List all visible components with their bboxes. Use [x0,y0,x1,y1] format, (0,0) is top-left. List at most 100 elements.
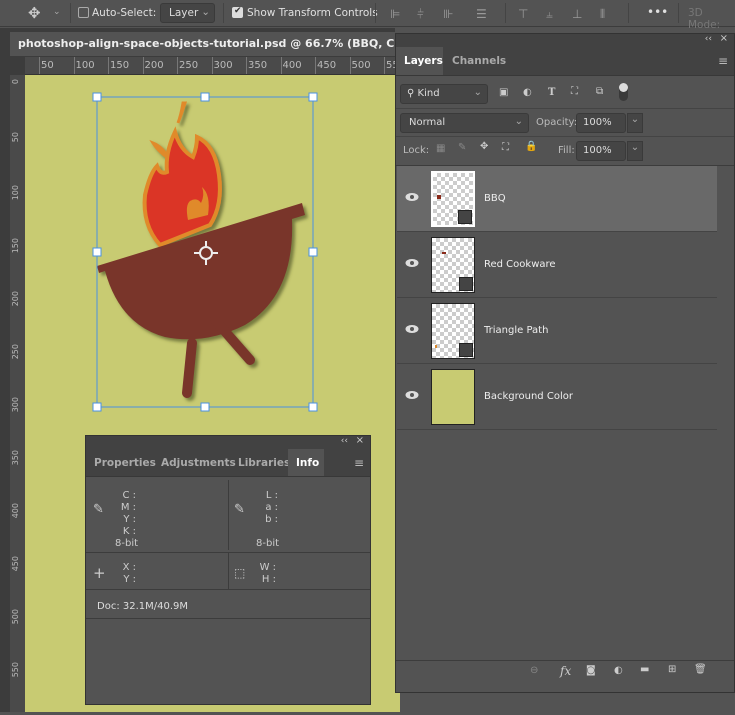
tab-adjustments[interactable]: Adjustments [153,449,236,476]
align-bottom-icon[interactable]: ⊥ [572,7,582,21]
align-hcenter-icon[interactable]: ⫩ [417,7,424,22]
layer-name[interactable]: BBQ [484,193,506,204]
ruler-tick [108,57,109,74]
crosshair-icon[interactable]: + [93,564,106,582]
ruler-label: 300 [11,397,20,413]
visibility-eye-icon[interactable] [405,390,419,400]
distribute-vertical-icon[interactable]: ⫴ [600,7,605,22]
link-layers-icon[interactable]: ⊖ [530,665,538,676]
tab-libraries[interactable]: Libraries [230,449,290,476]
shape-filter-icon[interactable]: ⛶ [571,86,578,97]
new-layer-icon[interactable]: ⊞ [668,664,676,675]
pixel-filter-icon[interactable]: ▣ [499,87,508,98]
lock-image-icon[interactable]: ✎ [458,142,466,153]
ruler-tick [211,57,213,74]
ruler-label: 50 [11,132,20,143]
lock-transparent-icon[interactable]: ▦ [436,143,445,154]
layers-list: BBQ Red Cookware Triangle Path Backgroun… [396,166,734,431]
visibility-eye-icon[interactable] [405,258,419,268]
show-transform-checkbox[interactable] [232,6,243,18]
layer-row-triangle-path[interactable]: Triangle Path [397,298,717,364]
close-panel-button[interactable]: × [356,435,364,446]
visibility-eye-icon[interactable] [405,192,419,202]
visibility-eye-icon[interactable] [405,324,419,334]
new-group-icon[interactable]: ▬ [640,664,649,675]
layer-name[interactable]: Triangle Path [484,325,548,336]
collapse-button[interactable]: ‹‹ [341,436,348,446]
distribute-icon[interactable]: ☰ [476,7,487,21]
adjustment-filter-icon[interactable]: ◐ [523,87,532,98]
fill-input[interactable]: 100% ⌄ [576,141,643,161]
adjustment-layer-icon[interactable]: ◐ [614,665,623,676]
document-tab[interactable]: photoshop-align-space-objects-tutorial.p… [10,32,461,56]
delete-layer-icon[interactable]: 🗑 [694,664,707,675]
layer-row-red-cookware[interactable]: Red Cookware [397,232,717,298]
dropdown-value: Layer [169,7,199,19]
cmyk-bit-depth[interactable]: 8-bit [115,538,138,549]
filter-toggle[interactable] [619,83,628,101]
layer-row-bbq[interactable]: BBQ [397,166,717,232]
opacity-slider-button[interactable]: ⌄ [627,113,643,133]
tab-properties[interactable]: Properties [86,449,156,476]
close-panel-button[interactable]: × [720,33,728,44]
more-options-button[interactable]: ••• [647,5,668,19]
filter-kind-dropdown[interactable]: ⚲ Kind ⌄ [400,84,488,104]
layers-panel: ‹‹ × Layers Channels ≡ ⚲ Kind ⌄ ▣ ◐ T ⛶ ⧉… [395,33,735,693]
align-left-icon[interactable]: ⊫ [390,7,400,21]
wh-labels: W : H : [256,562,276,586]
opacity-input[interactable]: 100% ⌄ [576,113,643,133]
ruler-label: 550 [11,662,20,678]
filter-kind-value: Kind [417,88,440,99]
add-layer-style-button[interactable]: fx [560,664,571,678]
align-top-icon[interactable]: ⊤ [518,7,528,21]
tab-channels[interactable]: Channels [444,47,506,75]
layers-tabs: Layers Channels ≡ [396,47,734,76]
y-label: Y : [123,514,136,525]
eyedropper-icon[interactable]: ✎ [234,502,245,517]
layer-name[interactable]: Background Color [484,391,573,402]
blend-mode-value: Normal [409,117,446,128]
blend-mode-dropdown[interactable]: Normal ⌄ [400,113,529,133]
type-filter-icon[interactable]: T [548,87,555,98]
show-transform-label: Show Transform Controls [247,7,378,19]
layer-thumbnail [431,237,475,293]
chevron-down-icon[interactable]: ⌄ [53,7,61,17]
doc-size-info: Doc: 32.1M/40.9M [97,601,189,612]
auto-select-label: Auto-Select: [92,7,157,19]
tab-info[interactable]: Info [288,449,325,476]
ruler-label: 150 [11,238,20,254]
chevron-down-icon: ⌄ [514,116,523,127]
fill-slider-button[interactable]: ⌄ [627,141,643,161]
collapse-button[interactable]: ‹‹ [705,34,712,44]
lock-artboard-icon[interactable]: ⛶ [502,142,509,153]
move-tool-icon[interactable]: ✥ [28,4,41,22]
ruler-label: 100 [11,185,20,201]
tab-layers[interactable]: Layers [396,47,444,75]
vertical-ruler[interactable]: 0 50 100 150 200 250 300 350 400 450 500 550 [10,75,25,712]
lab-bit-depth[interactable]: 8-bit [256,538,279,549]
eyedropper-icon[interactable]: ✎ [93,502,104,517]
y-coord-label: Y : [123,574,136,585]
layer-row-background-color[interactable]: Background Color [397,364,717,430]
c-label: C : [122,490,136,501]
search-icon: ⚲ [407,88,418,99]
add-mask-icon[interactable]: ◙ [586,665,596,676]
lock-all-icon[interactable]: 🔒 [525,141,537,152]
ruler-tick [39,57,40,74]
smart-object-icon [458,210,472,224]
ruler-label: 0 [11,79,20,85]
fill-label: Fill: [558,145,575,156]
ruler-tick [384,57,385,74]
align-right-icon[interactable]: ⊪ [443,7,453,21]
panel-menu-icon[interactable]: ≡ [354,456,364,470]
panel-menu-icon[interactable]: ≡ [718,54,728,68]
auto-select-target-dropdown[interactable]: Layer ⌄ [160,3,215,23]
auto-select-checkbox[interactable] [78,7,89,18]
smart-object-filter-icon[interactable]: ⧉ [596,86,603,97]
selection-size-icon[interactable]: ⬚ [234,566,245,580]
shape-layer-icon [459,343,473,357]
align-vcenter-icon[interactable]: ⫨ [546,7,553,22]
horizontal-ruler[interactable]: 50100150200250300350400450500550 [25,57,405,75]
lock-position-icon[interactable]: ✥ [480,141,488,152]
layer-name[interactable]: Red Cookware [484,259,556,270]
